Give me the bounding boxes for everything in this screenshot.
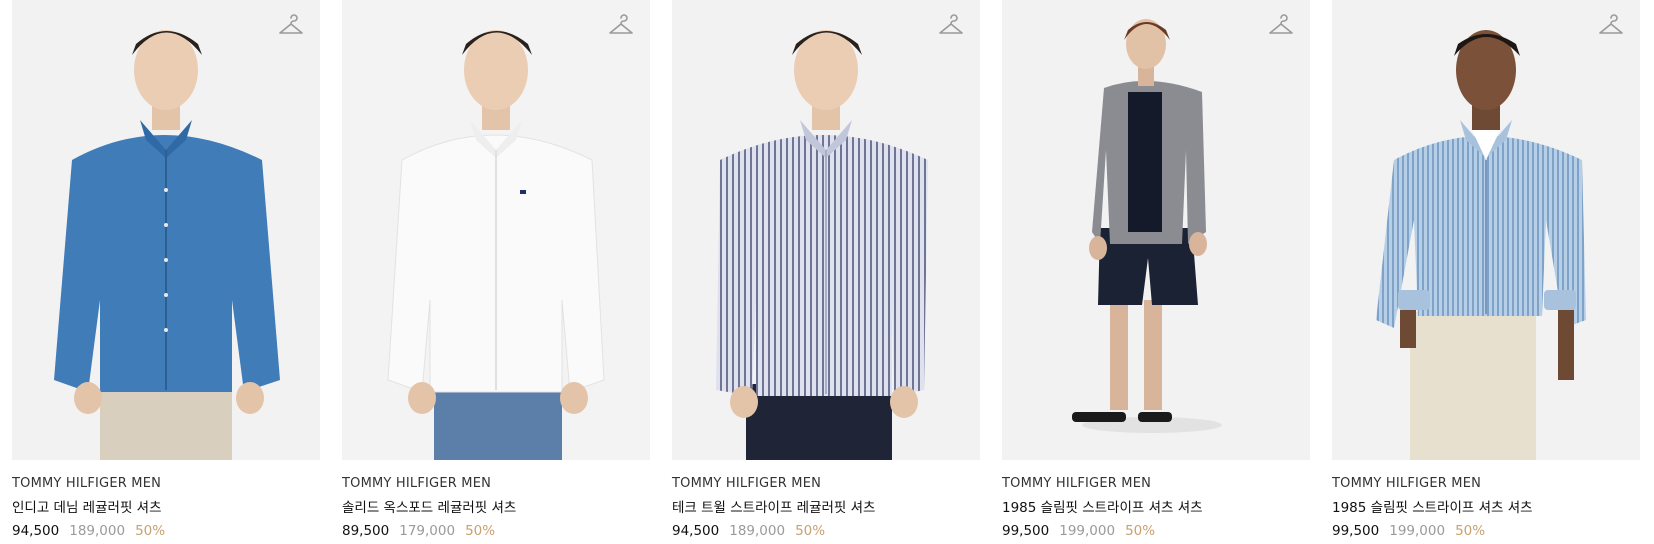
discount-rate: 50% bbox=[1455, 523, 1486, 539]
model-photo bbox=[387, 30, 605, 460]
product-grid: TOMMY HILFIGER MEN 인디고 데님 레귤러핏 셔츠 94,500… bbox=[12, 0, 1640, 540]
product-brand[interactable]: TOMMY HILFIGER MEN bbox=[1002, 476, 1310, 492]
price-row: 94,500 189,000 50% bbox=[672, 522, 980, 540]
hanger-icon[interactable] bbox=[1598, 14, 1624, 38]
product-name[interactable]: 테크 트윌 스트라이프 레귤러핏 셔츠 bbox=[672, 499, 980, 517]
product-card[interactable]: TOMMY HILFIGER MEN 솔리드 옥스포드 레귤러핏 셔츠 89,5… bbox=[342, 0, 650, 540]
discount-rate: 50% bbox=[795, 523, 826, 539]
product-name[interactable]: 솔리드 옥스포드 레귤러핏 셔츠 bbox=[342, 499, 650, 517]
price-row: 99,500 199,000 50% bbox=[1332, 522, 1640, 540]
original-price: 199,000 bbox=[1059, 523, 1116, 539]
original-price: 189,000 bbox=[729, 523, 786, 539]
product-image[interactable] bbox=[1002, 0, 1310, 460]
product-brand[interactable]: TOMMY HILFIGER MEN bbox=[12, 476, 320, 492]
product-image[interactable] bbox=[672, 0, 980, 460]
sale-price: 89,500 bbox=[342, 523, 390, 539]
hanger-icon[interactable] bbox=[1268, 14, 1294, 38]
product-card[interactable]: TOMMY HILFIGER MEN 인디고 데님 레귤러핏 셔츠 94,500… bbox=[12, 0, 320, 540]
product-name[interactable]: 1985 슬림핏 스트라이프 셔츠 셔츠 bbox=[1002, 499, 1310, 517]
hanger-icon[interactable] bbox=[278, 14, 304, 38]
product-brand[interactable]: TOMMY HILFIGER MEN bbox=[342, 476, 650, 492]
discount-rate: 50% bbox=[1125, 523, 1156, 539]
sale-price: 99,500 bbox=[1002, 523, 1050, 539]
original-price: 199,000 bbox=[1389, 523, 1446, 539]
product-brand[interactable]: TOMMY HILFIGER MEN bbox=[1332, 476, 1640, 492]
sale-price: 94,500 bbox=[672, 523, 720, 539]
discount-rate: 50% bbox=[465, 523, 496, 539]
product-brand[interactable]: TOMMY HILFIGER MEN bbox=[672, 476, 980, 492]
sale-price: 94,500 bbox=[12, 523, 60, 539]
model-photo bbox=[1072, 19, 1222, 433]
hanger-icon[interactable] bbox=[608, 14, 634, 38]
model-photo bbox=[1376, 30, 1586, 460]
hanger-icon[interactable] bbox=[938, 14, 964, 38]
product-card[interactable]: TOMMY HILFIGER MEN 1985 슬림핏 스트라이프 셔츠 셔츠 … bbox=[1002, 0, 1310, 540]
discount-rate: 50% bbox=[135, 523, 166, 539]
original-price: 189,000 bbox=[69, 523, 126, 539]
product-card[interactable]: TOMMY HILFIGER MEN 1985 슬림핏 스트라이프 셔츠 셔츠 … bbox=[1332, 0, 1640, 540]
original-price: 179,000 bbox=[399, 523, 456, 539]
product-image[interactable] bbox=[12, 0, 320, 460]
product-card[interactable]: TOMMY HILFIGER MEN 테크 트윌 스트라이프 레귤러핏 셔츠 9… bbox=[672, 0, 980, 540]
price-row: 94,500 189,000 50% bbox=[12, 522, 320, 540]
product-name[interactable]: 인디고 데님 레귤러핏 셔츠 bbox=[12, 499, 320, 517]
price-row: 89,500 179,000 50% bbox=[342, 522, 650, 540]
price-row: 99,500 199,000 50% bbox=[1002, 522, 1310, 540]
model-photo bbox=[716, 30, 928, 460]
product-image[interactable] bbox=[342, 0, 650, 460]
model-photo bbox=[54, 30, 280, 460]
product-name[interactable]: 1985 슬림핏 스트라이프 셔츠 셔츠 bbox=[1332, 499, 1640, 517]
product-image[interactable] bbox=[1332, 0, 1640, 460]
sale-price: 99,500 bbox=[1332, 523, 1380, 539]
